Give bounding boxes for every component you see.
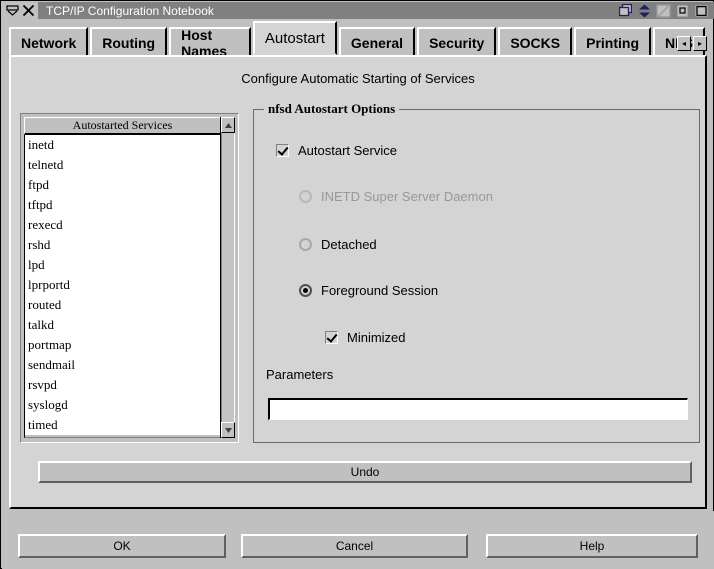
dialog-button-bar: OK Cancel Help (2, 511, 714, 569)
detached-radio[interactable] (299, 238, 312, 251)
maximize-icon[interactable] (694, 4, 709, 18)
list-item[interactable]: rshd (25, 235, 220, 255)
tab-autostart[interactable]: Autostart (253, 21, 337, 55)
tab-routing[interactable]: Routing (90, 27, 167, 56)
close-icon[interactable] (20, 3, 36, 18)
tcpip-configuration-window: TCP/IP Configuration Notebook (0, 0, 714, 569)
autostart-page: Configure Automatic Starting of Services… (9, 55, 707, 509)
tab-host-names[interactable]: Host Names (169, 27, 251, 56)
minimized-checkbox-row[interactable]: Minimized (325, 330, 406, 345)
title-bar: TCP/IP Configuration Notebook (2, 2, 714, 19)
list-item[interactable]: nfsd (25, 435, 220, 438)
inetd-daemon-label: INETD Super Server Daemon (321, 189, 493, 204)
window-title: TCP/IP Configuration Notebook (46, 4, 214, 18)
tab-network[interactable]: Network (9, 27, 88, 56)
list-item[interactable]: rsvpd (25, 375, 220, 395)
list-item[interactable]: timed (25, 415, 220, 435)
inetd-daemon-radio-row: INETD Super Server Daemon (299, 189, 493, 204)
list-item[interactable]: routed (25, 295, 220, 315)
parameters-label: Parameters (266, 367, 333, 382)
list-item[interactable]: lpd (25, 255, 220, 275)
autostarted-services-listbox[interactable]: Autostarted Services inetdtelnetdftpdtft… (20, 113, 239, 443)
notebook-tab-strip: NetworkRoutingHost NamesAutostartGeneral… (9, 21, 707, 55)
inetd-daemon-radio (299, 190, 312, 203)
tab-scroll-next-button[interactable]: ▸ (693, 36, 707, 51)
page-title: Configure Automatic Starting of Services (11, 71, 705, 86)
tab-general[interactable]: General (339, 27, 415, 56)
minimize-icon[interactable] (675, 4, 690, 18)
list-item[interactable]: talkd (25, 315, 220, 335)
group-title: nfsd Autostart Options (264, 101, 399, 117)
autostart-options-group: nfsd Autostart Options Autostart Service… (253, 109, 700, 443)
tab-scroll-prev-button[interactable]: ◂ (677, 36, 691, 51)
detached-radio-row[interactable]: Detached (299, 237, 377, 252)
list-item[interactable]: tftpd (25, 195, 220, 215)
tab-security[interactable]: Security (417, 27, 496, 56)
autostart-service-label: Autostart Service (298, 143, 397, 158)
minimized-label: Minimized (347, 330, 406, 345)
chevron-up-icon (224, 122, 233, 129)
scroll-up-button[interactable] (221, 117, 235, 133)
list-item[interactable]: rexecd (25, 215, 220, 235)
scroll-down-button[interactable] (221, 422, 235, 438)
list-item[interactable]: telnetd (25, 155, 220, 175)
tab-printing[interactable]: Printing (574, 27, 651, 56)
detached-label: Detached (321, 237, 377, 252)
autostart-service-checkbox-row[interactable]: Autostart Service (276, 143, 397, 158)
list-item[interactable]: lprportd (25, 275, 220, 295)
list-item[interactable]: ftpd (25, 175, 220, 195)
cancel-button[interactable]: Cancel (241, 534, 468, 558)
scrollbar-track[interactable] (221, 133, 235, 422)
list-item[interactable]: sendmail (25, 355, 220, 375)
notebook-tabs: NetworkRoutingHost NamesAutostartGeneral… (9, 21, 707, 55)
system-menu-icon[interactable] (4, 3, 20, 18)
parameters-input[interactable] (268, 398, 688, 420)
updown-arrows-icon[interactable] (637, 4, 652, 18)
minimized-checkbox[interactable] (325, 331, 338, 344)
hide-icon[interactable] (656, 4, 671, 18)
undo-button[interactable]: Undo (38, 461, 692, 483)
foreground-session-radio[interactable] (299, 284, 312, 297)
listbox-items[interactable]: inetdtelnetdftpdtftpdrexecdrshdlpdlprpor… (24, 135, 221, 438)
foreground-session-label: Foreground Session (321, 283, 438, 298)
ok-button[interactable]: OK (18, 534, 226, 558)
listbox-vertical-scrollbar[interactable] (220, 117, 235, 438)
tile-windows-icon[interactable] (618, 4, 633, 18)
help-button[interactable]: Help (486, 534, 698, 558)
title-bar-left-controls (2, 2, 38, 19)
list-item[interactable]: inetd (25, 135, 220, 155)
autostart-service-checkbox[interactable] (276, 144, 289, 157)
chevron-down-icon (224, 427, 233, 434)
listbox-header: Autostarted Services (24, 117, 221, 135)
list-item[interactable]: syslogd (25, 395, 220, 415)
list-item[interactable]: portmap (25, 335, 220, 355)
tab-socks[interactable]: SOCKS (498, 27, 572, 56)
tab-scroll-arrows: ◂ ▸ (677, 36, 707, 51)
foreground-session-radio-row[interactable]: Foreground Session (299, 283, 438, 298)
title-bar-right-controls (618, 4, 714, 18)
